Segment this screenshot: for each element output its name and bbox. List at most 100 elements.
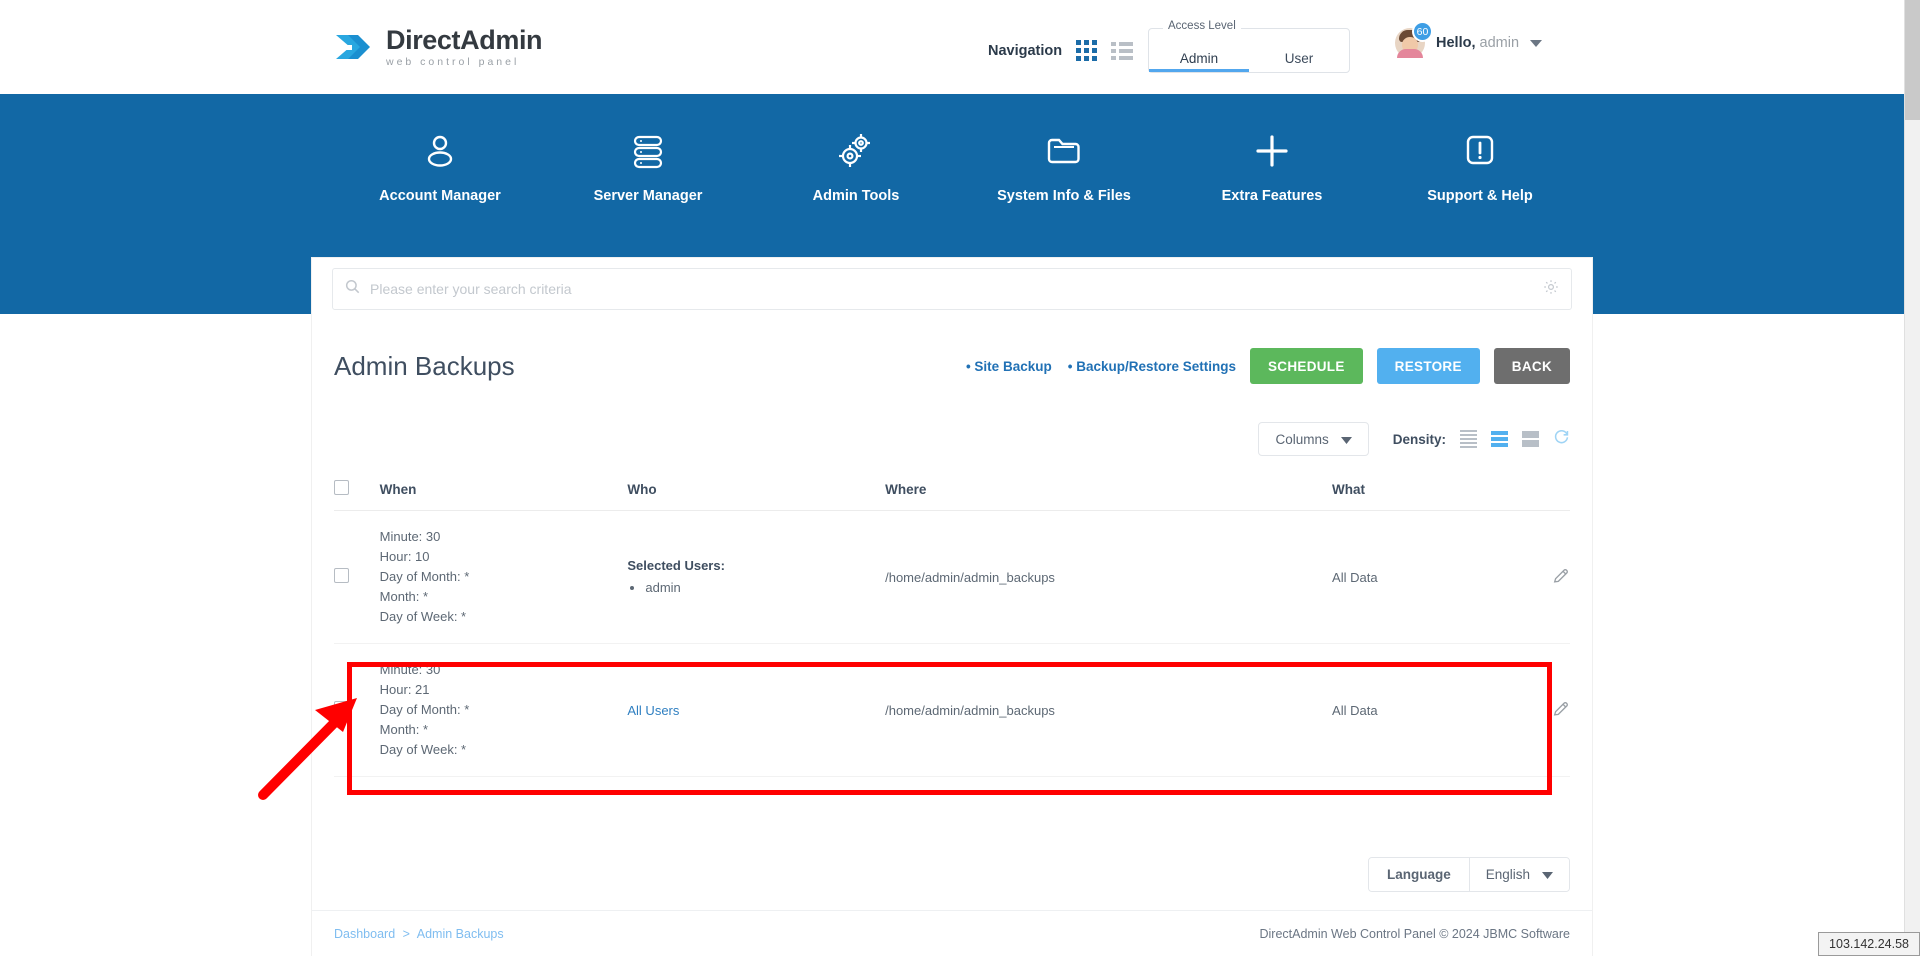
link-site-backup[interactable]: • Site Backup xyxy=(966,359,1052,374)
user-menu[interactable]: 60 Hello, admin xyxy=(1395,21,1543,58)
caret-down-icon xyxy=(1542,867,1553,882)
nav-label: System Info & Files xyxy=(997,188,1131,204)
directadmin-logo[interactable]: DirectAdmin web control panel xyxy=(330,24,543,69)
list-view-icon[interactable] xyxy=(1111,41,1134,60)
status-bar-url: 103.142.24.58 xyxy=(1818,932,1920,956)
when-minute: Minute: 30 xyxy=(379,529,441,544)
nav-label: Admin Tools xyxy=(812,188,900,204)
table-row[interactable]: Minute: 30 Hour: 21 Day of Month: * Mont… xyxy=(334,643,1570,777)
table-header-row: When Who Where What xyxy=(334,470,1570,511)
backups-table: When Who Where What Minute: 30 Hour: 10 … xyxy=(334,470,1570,777)
row-checkbox[interactable] xyxy=(334,701,349,716)
row-checkbox[interactable] xyxy=(334,568,349,583)
cell-actions xyxy=(1510,643,1570,777)
pencil-icon[interactable] xyxy=(1552,701,1570,721)
breadcrumb-dashboard[interactable]: Dashboard xyxy=(334,927,395,941)
table-body: Minute: 30 Hour: 10 Day of Month: * Mont… xyxy=(334,510,1570,777)
when-minute: Minute: 30 xyxy=(379,662,441,677)
link-backup-restore-settings[interactable]: • Backup/Restore Settings xyxy=(1068,359,1236,374)
when-month: Month: * xyxy=(379,722,429,737)
content-footer: Dashboard > Admin Backups DirectAdmin We… xyxy=(312,910,1592,956)
column-header-when[interactable]: When xyxy=(379,470,628,511)
row-select-cell xyxy=(334,643,380,777)
logo-title: DirectAdmin xyxy=(386,24,543,55)
server-stack-icon xyxy=(628,130,668,172)
search-input[interactable] xyxy=(370,281,1533,297)
cell-what: All Data xyxy=(1332,510,1511,644)
grid-view-icon[interactable] xyxy=(1076,40,1098,61)
nav-item-extra-features[interactable]: Extra Features xyxy=(1168,130,1376,204)
language-selector[interactable]: Language English xyxy=(1367,857,1570,892)
directadmin-chevrons-logo-icon xyxy=(330,25,374,69)
gears-icon xyxy=(835,130,877,172)
page-scrollbar[interactable] xyxy=(1904,0,1920,956)
columns-button[interactable]: Columns xyxy=(1258,422,1369,456)
nav-item-account-manager[interactable]: Account Manager xyxy=(336,130,544,204)
restore-button[interactable]: RESTORE xyxy=(1376,348,1480,384)
notification-badge[interactable]: 60 xyxy=(1412,21,1433,42)
cell-who: All Users xyxy=(627,643,886,777)
breadcrumb-separator: > xyxy=(402,926,410,941)
row-select-cell xyxy=(334,510,380,644)
when-hour: Hour: 10 xyxy=(379,549,430,564)
breadcrumb-current[interactable]: Admin Backups xyxy=(417,927,504,941)
when-hour: Hour: 21 xyxy=(379,682,430,697)
pencil-icon[interactable] xyxy=(1552,568,1570,588)
search-icon xyxy=(345,279,360,299)
cell-what: All Data xyxy=(1332,643,1511,777)
schedule-button[interactable]: SCHEDULE xyxy=(1250,348,1363,384)
logo-subtitle: web control panel xyxy=(386,55,520,68)
column-header-where[interactable]: Where xyxy=(885,470,1333,511)
folder-icon xyxy=(1043,130,1085,172)
when-day-of-month: Day of Month: * xyxy=(379,569,470,584)
page-title: Admin Backups xyxy=(334,350,515,381)
gear-icon[interactable] xyxy=(1543,279,1559,300)
column-header-what[interactable]: What xyxy=(1332,470,1511,511)
select-all-header xyxy=(334,470,380,511)
refresh-icon[interactable] xyxy=(1553,428,1570,450)
navigation-label: Navigation xyxy=(988,42,1063,59)
select-all-checkbox[interactable] xyxy=(334,480,349,495)
who-all-users-link[interactable]: All Users xyxy=(627,703,679,718)
nav-item-system-info-files[interactable]: System Info & Files xyxy=(960,130,1168,204)
table-row[interactable]: Minute: 30 Hour: 10 Day of Month: * Mont… xyxy=(334,510,1570,644)
plus-icon xyxy=(1251,130,1293,172)
page-actions: • Site Backup • Backup/Restore Settings … xyxy=(966,348,1570,384)
nav-item-support-help[interactable]: Support & Help xyxy=(1376,130,1584,204)
content-card: Admin Backups • Site Backup • Backup/Res… xyxy=(312,258,1592,956)
who-user-item: admin xyxy=(645,579,885,597)
when-day-of-week: Day of Week: * xyxy=(379,742,467,757)
column-header-actions xyxy=(1510,470,1570,511)
scrollbar-thumb[interactable] xyxy=(1905,0,1920,120)
breadcrumb: Dashboard > Admin Backups xyxy=(334,927,504,941)
search-box[interactable] xyxy=(332,268,1572,310)
search-row xyxy=(312,258,1592,310)
cell-actions xyxy=(1510,510,1570,644)
nav-label: Server Manager xyxy=(593,188,703,204)
primary-nav-items: Account Manager Server Manager Admin Too… xyxy=(0,94,1920,204)
when-day-of-month: Day of Month: * xyxy=(379,702,470,717)
cell-when: Minute: 30 Hour: 10 Day of Month: * Mont… xyxy=(379,510,628,644)
cell-where: /home/admin/admin_backups xyxy=(885,510,1333,644)
language-value[interactable]: English xyxy=(1468,858,1569,891)
density-compact-icon[interactable] xyxy=(1460,430,1477,448)
when-month: Month: * xyxy=(379,589,429,604)
caret-down-icon xyxy=(1340,432,1352,447)
navigation-view-toggle: Navigation xyxy=(988,40,1134,61)
user-avatar-icon: 60 xyxy=(1395,21,1433,58)
cell-who: Selected Users: admin xyxy=(627,510,886,644)
nav-item-server-manager[interactable]: Server Manager xyxy=(544,130,752,204)
person-icon xyxy=(420,130,460,172)
density-control: Density: xyxy=(1393,428,1570,450)
access-tab-admin[interactable]: Admin xyxy=(1149,29,1249,72)
page-header: Admin Backups • Site Backup • Backup/Res… xyxy=(312,310,1592,384)
density-comfortable-icon[interactable] xyxy=(1522,431,1539,447)
back-button[interactable]: BACK xyxy=(1493,348,1570,384)
copyright-text: DirectAdmin Web Control Panel © 2024 JBM… xyxy=(1259,926,1571,941)
language-current: English xyxy=(1485,867,1530,882)
column-header-who[interactable]: Who xyxy=(627,470,886,511)
chevron-down-icon[interactable] xyxy=(1530,39,1543,47)
density-standard-icon[interactable] xyxy=(1491,431,1508,447)
nav-item-admin-tools[interactable]: Admin Tools xyxy=(752,130,960,204)
access-tab-user[interactable]: User xyxy=(1249,29,1349,72)
